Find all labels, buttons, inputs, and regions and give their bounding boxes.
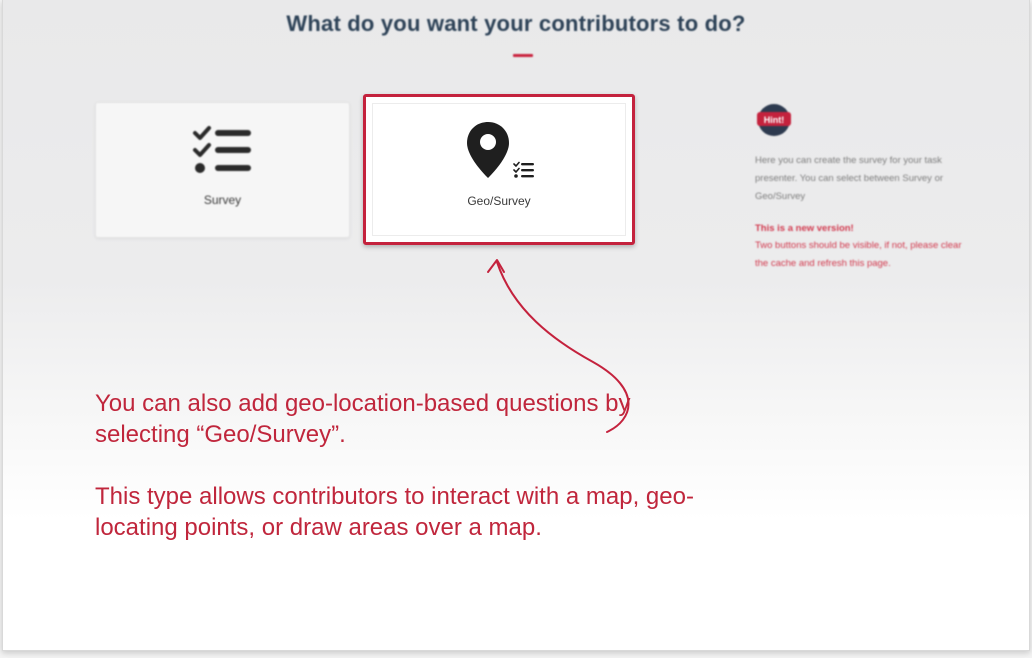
hint-text: Here you can create the survey for your …	[755, 155, 944, 202]
survey-option-label: Survey	[203, 193, 242, 207]
hint-note: Two buttons should be visible, if not, p…	[755, 240, 962, 269]
annotation-text-primary: You can also add geo-location-based ques…	[95, 390, 631, 448]
hint-note-title: This is a new version!	[755, 223, 854, 234]
hint-badge-icon: Hint!	[757, 104, 791, 136]
geo-survey-option-label: Geo/Survey	[467, 194, 531, 208]
page-title: What do you want your contributors to do…	[286, 11, 746, 36]
screenshot-frame: What do you want your contributors to do…	[2, 0, 1030, 651]
hint-badge-label: Hint!	[764, 115, 785, 125]
geo-survey-highlight[interactable]: Geo/Survey	[363, 94, 635, 245]
title-underline	[513, 54, 533, 57]
map-pin-icon	[467, 122, 509, 178]
geo-survey-option-card[interactable]: Geo/Survey	[372, 103, 626, 236]
checklist-icon	[193, 126, 251, 173]
survey-option-card[interactable]: Survey	[95, 102, 350, 238]
checklist-icon	[513, 161, 534, 178]
annotation-text-secondary: This type allows contributors to interac…	[95, 483, 694, 541]
